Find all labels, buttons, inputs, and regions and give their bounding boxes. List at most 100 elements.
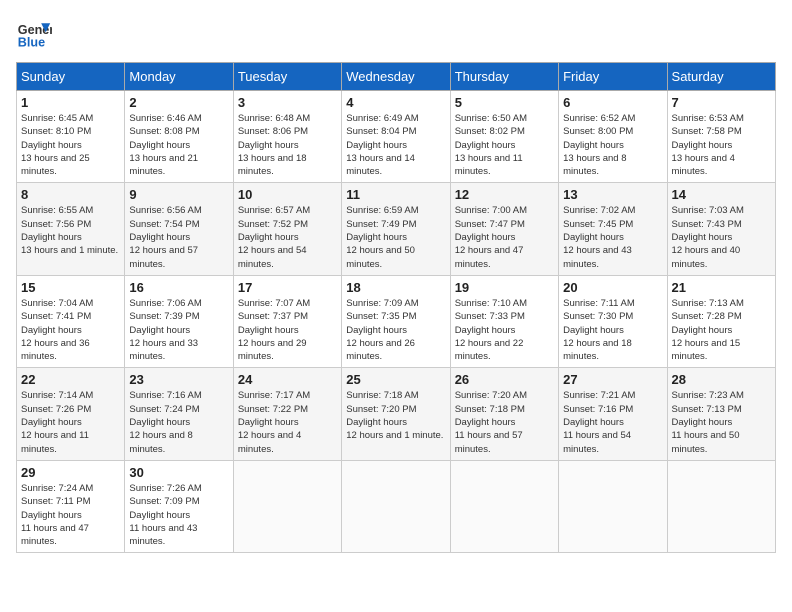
calendar-day: 26 Sunrise: 7:20 AMSunset: 7:18 PMDayligh… bbox=[450, 368, 558, 460]
day-number: 7 bbox=[672, 95, 771, 110]
day-header-friday: Friday bbox=[559, 63, 667, 91]
day-number: 5 bbox=[455, 95, 554, 110]
day-info: Sunrise: 7:02 AMSunset: 7:45 PMDaylight … bbox=[563, 204, 662, 270]
day-number: 30 bbox=[129, 465, 228, 480]
calendar-week-3: 15 Sunrise: 7:04 AMSunset: 7:41 PMDayligh… bbox=[17, 275, 776, 367]
day-info: Sunrise: 7:00 AMSunset: 7:47 PMDaylight … bbox=[455, 204, 554, 270]
day-header-saturday: Saturday bbox=[667, 63, 775, 91]
calendar-day: 10Sunrise: 6:57 AMSunset: 7:52 PMDayligh… bbox=[233, 183, 341, 275]
day-number: 2 bbox=[129, 95, 228, 110]
day-number: 27 bbox=[563, 372, 662, 387]
day-number: 23 bbox=[129, 372, 228, 387]
calendar-day: 12 Sunrise: 7:00 AMSunset: 7:47 PMDayligh… bbox=[450, 183, 558, 275]
calendar-day: 23 Sunrise: 7:16 AMSunset: 7:24 PMDayligh… bbox=[125, 368, 233, 460]
calendar-day: 16Sunrise: 7:06 AMSunset: 7:39 PMDayligh… bbox=[125, 275, 233, 367]
calendar-day: 21 Sunrise: 7:13 AMSunset: 7:28 PMDayligh… bbox=[667, 275, 775, 367]
day-number: 29 bbox=[21, 465, 120, 480]
day-info: Sunrise: 7:21 AMSunset: 7:16 PMDaylight … bbox=[563, 389, 662, 455]
day-number: 6 bbox=[563, 95, 662, 110]
day-number: 17 bbox=[238, 280, 337, 295]
day-header-monday: Monday bbox=[125, 63, 233, 91]
calendar-day: 22 Sunrise: 7:14 AMSunset: 7:26 PMDayligh… bbox=[17, 368, 125, 460]
calendar-day bbox=[667, 460, 775, 552]
calendar-day: 18 Sunrise: 7:09 AMSunset: 7:35 PMDayligh… bbox=[342, 275, 450, 367]
day-info: Sunrise: 7:09 AMSunset: 7:35 PMDaylight … bbox=[346, 297, 445, 363]
day-info: Sunrise: 7:26 AMSunset: 7:09 PMDaylight … bbox=[129, 482, 228, 548]
day-info: Sunrise: 6:52 AMSunset: 8:00 PMDaylight … bbox=[563, 112, 662, 178]
logo-icon: General Blue bbox=[16, 16, 52, 52]
calendar-day bbox=[233, 460, 341, 552]
day-number: 14 bbox=[672, 187, 771, 202]
calendar-day: 25 Sunrise: 7:18 AMSunset: 7:20 PMDayligh… bbox=[342, 368, 450, 460]
calendar-day: 17 Sunrise: 7:07 AMSunset: 7:37 PMDayligh… bbox=[233, 275, 341, 367]
calendar-table: SundayMondayTuesdayWednesdayThursdayFrid… bbox=[16, 62, 776, 553]
day-info: Sunrise: 7:03 AMSunset: 7:43 PMDaylight … bbox=[672, 204, 771, 270]
calendar-day: 15 Sunrise: 7:04 AMSunset: 7:41 PMDayligh… bbox=[17, 275, 125, 367]
calendar-day: 11 Sunrise: 6:59 AMSunset: 7:49 PMDayligh… bbox=[342, 183, 450, 275]
logo: General Blue bbox=[16, 16, 52, 52]
day-info: Sunrise: 6:48 AMSunset: 8:06 PMDaylight … bbox=[238, 112, 337, 178]
day-header-tuesday: Tuesday bbox=[233, 63, 341, 91]
day-number: 11 bbox=[346, 187, 445, 202]
calendar-week-1: 1Sunrise: 6:45 AMSunset: 8:10 PMDaylight… bbox=[17, 91, 776, 183]
day-info: Sunrise: 6:46 AMSunset: 8:08 PMDaylight … bbox=[129, 112, 228, 178]
calendar-day: 1Sunrise: 6:45 AMSunset: 8:10 PMDaylight… bbox=[17, 91, 125, 183]
day-info: Sunrise: 7:18 AMSunset: 7:20 PMDaylight … bbox=[346, 389, 445, 442]
calendar-day: 28Sunrise: 7:23 AMSunset: 7:13 PMDayligh… bbox=[667, 368, 775, 460]
calendar-day: 8Sunrise: 6:55 AMSunset: 7:56 PMDaylight… bbox=[17, 183, 125, 275]
day-info: Sunrise: 7:20 AMSunset: 7:18 PMDaylight … bbox=[455, 389, 554, 455]
calendar-day: 29Sunrise: 7:24 AMSunset: 7:11 PMDayligh… bbox=[17, 460, 125, 552]
day-number: 16 bbox=[129, 280, 228, 295]
day-number: 28 bbox=[672, 372, 771, 387]
calendar-day: 14 Sunrise: 7:03 AMSunset: 7:43 PMDayligh… bbox=[667, 183, 775, 275]
calendar-day: 5 Sunrise: 6:50 AMSunset: 8:02 PMDaylight… bbox=[450, 91, 558, 183]
calendar-day: 3 Sunrise: 6:48 AMSunset: 8:06 PMDaylight… bbox=[233, 91, 341, 183]
day-info: Sunrise: 6:55 AMSunset: 7:56 PMDaylight … bbox=[21, 204, 120, 257]
day-info: Sunrise: 6:59 AMSunset: 7:49 PMDaylight … bbox=[346, 204, 445, 270]
calendar-day: 27 Sunrise: 7:21 AMSunset: 7:16 PMDayligh… bbox=[559, 368, 667, 460]
calendar-day: 9 Sunrise: 6:56 AMSunset: 7:54 PMDaylight… bbox=[125, 183, 233, 275]
day-number: 3 bbox=[238, 95, 337, 110]
calendar-day: 24 Sunrise: 7:17 AMSunset: 7:22 PMDayligh… bbox=[233, 368, 341, 460]
calendar-day: 2 Sunrise: 6:46 AMSunset: 8:08 PMDaylight… bbox=[125, 91, 233, 183]
day-number: 21 bbox=[672, 280, 771, 295]
day-info: Sunrise: 6:56 AMSunset: 7:54 PMDaylight … bbox=[129, 204, 228, 270]
calendar-day: 7 Sunrise: 6:53 AMSunset: 7:58 PMDaylight… bbox=[667, 91, 775, 183]
page-header: General Blue bbox=[16, 16, 776, 52]
day-number: 24 bbox=[238, 372, 337, 387]
day-info: Sunrise: 6:50 AMSunset: 8:02 PMDaylight … bbox=[455, 112, 554, 178]
day-info: Sunrise: 7:07 AMSunset: 7:37 PMDaylight … bbox=[238, 297, 337, 363]
day-number: 22 bbox=[21, 372, 120, 387]
day-number: 19 bbox=[455, 280, 554, 295]
day-info: Sunrise: 7:17 AMSunset: 7:22 PMDaylight … bbox=[238, 389, 337, 455]
day-number: 15 bbox=[21, 280, 120, 295]
day-number: 20 bbox=[563, 280, 662, 295]
day-number: 13 bbox=[563, 187, 662, 202]
calendar-week-2: 8Sunrise: 6:55 AMSunset: 7:56 PMDaylight… bbox=[17, 183, 776, 275]
day-info: Sunrise: 7:16 AMSunset: 7:24 PMDaylight … bbox=[129, 389, 228, 455]
day-info: Sunrise: 7:13 AMSunset: 7:28 PMDaylight … bbox=[672, 297, 771, 363]
calendar-day: 19 Sunrise: 7:10 AMSunset: 7:33 PMDayligh… bbox=[450, 275, 558, 367]
calendar-day bbox=[450, 460, 558, 552]
calendar-day: 20 Sunrise: 7:11 AMSunset: 7:30 PMDayligh… bbox=[559, 275, 667, 367]
day-info: Sunrise: 7:10 AMSunset: 7:33 PMDaylight … bbox=[455, 297, 554, 363]
day-number: 4 bbox=[346, 95, 445, 110]
day-number: 18 bbox=[346, 280, 445, 295]
day-number: 12 bbox=[455, 187, 554, 202]
calendar-day bbox=[342, 460, 450, 552]
calendar-day bbox=[559, 460, 667, 552]
day-info: Sunrise: 7:04 AMSunset: 7:41 PMDaylight … bbox=[21, 297, 120, 363]
day-info: Sunrise: 7:11 AMSunset: 7:30 PMDaylight … bbox=[563, 297, 662, 363]
day-number: 26 bbox=[455, 372, 554, 387]
calendar-header-row: SundayMondayTuesdayWednesdayThursdayFrid… bbox=[17, 63, 776, 91]
calendar-day: 4Sunrise: 6:49 AMSunset: 8:04 PMDaylight… bbox=[342, 91, 450, 183]
day-info: Sunrise: 6:57 AMSunset: 7:52 PMDaylight … bbox=[238, 204, 337, 270]
day-header-wednesday: Wednesday bbox=[342, 63, 450, 91]
day-header-sunday: Sunday bbox=[17, 63, 125, 91]
calendar-week-4: 22 Sunrise: 7:14 AMSunset: 7:26 PMDayligh… bbox=[17, 368, 776, 460]
day-number: 1 bbox=[21, 95, 120, 110]
day-info: Sunrise: 7:14 AMSunset: 7:26 PMDaylight … bbox=[21, 389, 120, 455]
day-number: 25 bbox=[346, 372, 445, 387]
day-number: 9 bbox=[129, 187, 228, 202]
day-info: Sunrise: 6:53 AMSunset: 7:58 PMDaylight … bbox=[672, 112, 771, 178]
